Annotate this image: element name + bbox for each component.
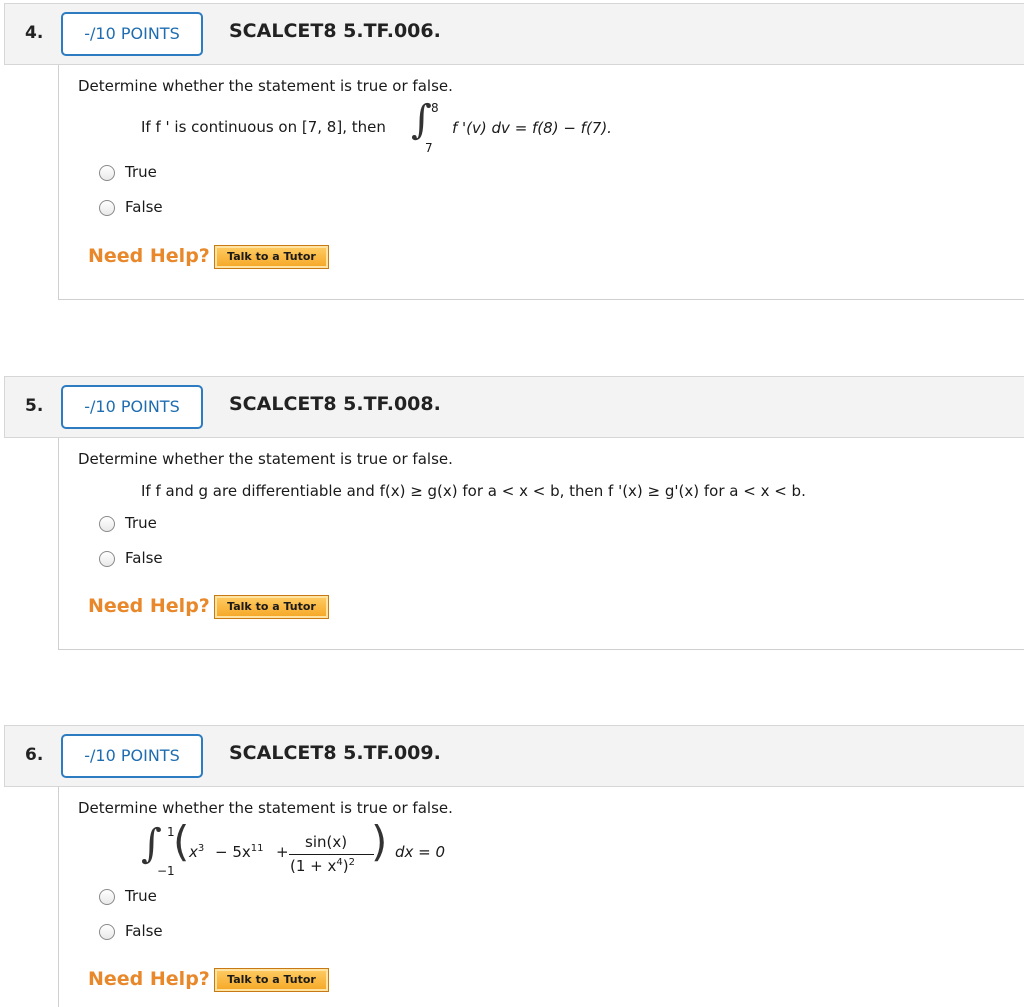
choice-label: True — [125, 887, 157, 905]
fraction-denominator: (1 + x4)2 — [290, 857, 355, 875]
radio-false[interactable] — [99, 551, 115, 567]
question-6-header: 6. -/10 POINTS SCALCET8 5.TF.009. — [4, 725, 1024, 787]
need-help-label: Need Help? — [88, 968, 210, 990]
points-button[interactable]: -/10 POINTS — [61, 734, 203, 778]
question-6-body: Determine whether the statement is true … — [58, 787, 1024, 1007]
question-prompt: Determine whether the statement is true … — [78, 450, 453, 468]
integral-tail: dx = 0 — [395, 843, 446, 861]
question-code: SCALCET8 5.TF.009. — [229, 742, 441, 764]
radio-false[interactable] — [99, 924, 115, 940]
points-button[interactable]: -/10 POINTS — [61, 12, 203, 56]
question-code: SCALCET8 5.TF.008. — [229, 393, 441, 415]
term-x-cubed: x3 — [189, 843, 205, 861]
radio-true[interactable] — [99, 165, 115, 181]
question-4-header: 4. -/10 POINTS SCALCET8 5.TF.006. — [4, 3, 1024, 65]
radio-false[interactable] — [99, 200, 115, 216]
question-number: 6. — [25, 745, 44, 765]
integral-sign: ∫ — [411, 97, 432, 143]
question-number: 4. — [25, 23, 44, 43]
talk-to-tutor-button[interactable]: Talk to a Tutor — [214, 968, 329, 992]
integral-upper-limit: 8 — [431, 101, 439, 115]
integral-lower-limit: −1 — [157, 864, 175, 878]
choice-label: False — [125, 922, 163, 940]
choice-label: True — [125, 514, 157, 532]
question-prompt: Determine whether the statement is true … — [78, 77, 453, 95]
integral-sign: ∫ — [141, 821, 162, 867]
integrand: f '(v) dv = f(8) − f(7). — [452, 119, 612, 137]
radio-true[interactable] — [99, 516, 115, 532]
right-paren: ) — [371, 817, 388, 866]
question-5-body: Determine whether the statement is true … — [58, 438, 1024, 650]
fraction-numerator: sin(x) — [305, 833, 348, 851]
question-4-body: Determine whether the statement is true … — [58, 65, 1024, 300]
radio-true[interactable] — [99, 889, 115, 905]
choice-label: False — [125, 549, 163, 567]
need-help-label: Need Help? — [88, 245, 210, 267]
talk-to-tutor-button[interactable]: Talk to a Tutor — [214, 595, 329, 619]
question-prompt: Determine whether the statement is true … — [78, 799, 453, 817]
statement-intro: If f ' is continuous on [7, 8], then — [141, 118, 386, 136]
integral-lower-limit: 7 — [425, 141, 433, 155]
points-button[interactable]: -/10 POINTS — [61, 385, 203, 429]
talk-to-tutor-button[interactable]: Talk to a Tutor — [214, 245, 329, 269]
statement: If f and g are differentiable and f(x) ≥… — [141, 482, 806, 500]
plus-sign: + — [276, 843, 289, 861]
question-code: SCALCET8 5.TF.006. — [229, 20, 441, 42]
need-help-label: Need Help? — [88, 595, 210, 617]
left-paren: ( — [173, 817, 190, 866]
term-5x-11: − 5x11 — [215, 843, 264, 861]
choice-label: False — [125, 198, 163, 216]
question-5-header: 5. -/10 POINTS SCALCET8 5.TF.008. — [4, 376, 1024, 438]
question-number: 5. — [25, 396, 44, 416]
fraction-bar — [289, 854, 374, 855]
choice-label: True — [125, 163, 157, 181]
